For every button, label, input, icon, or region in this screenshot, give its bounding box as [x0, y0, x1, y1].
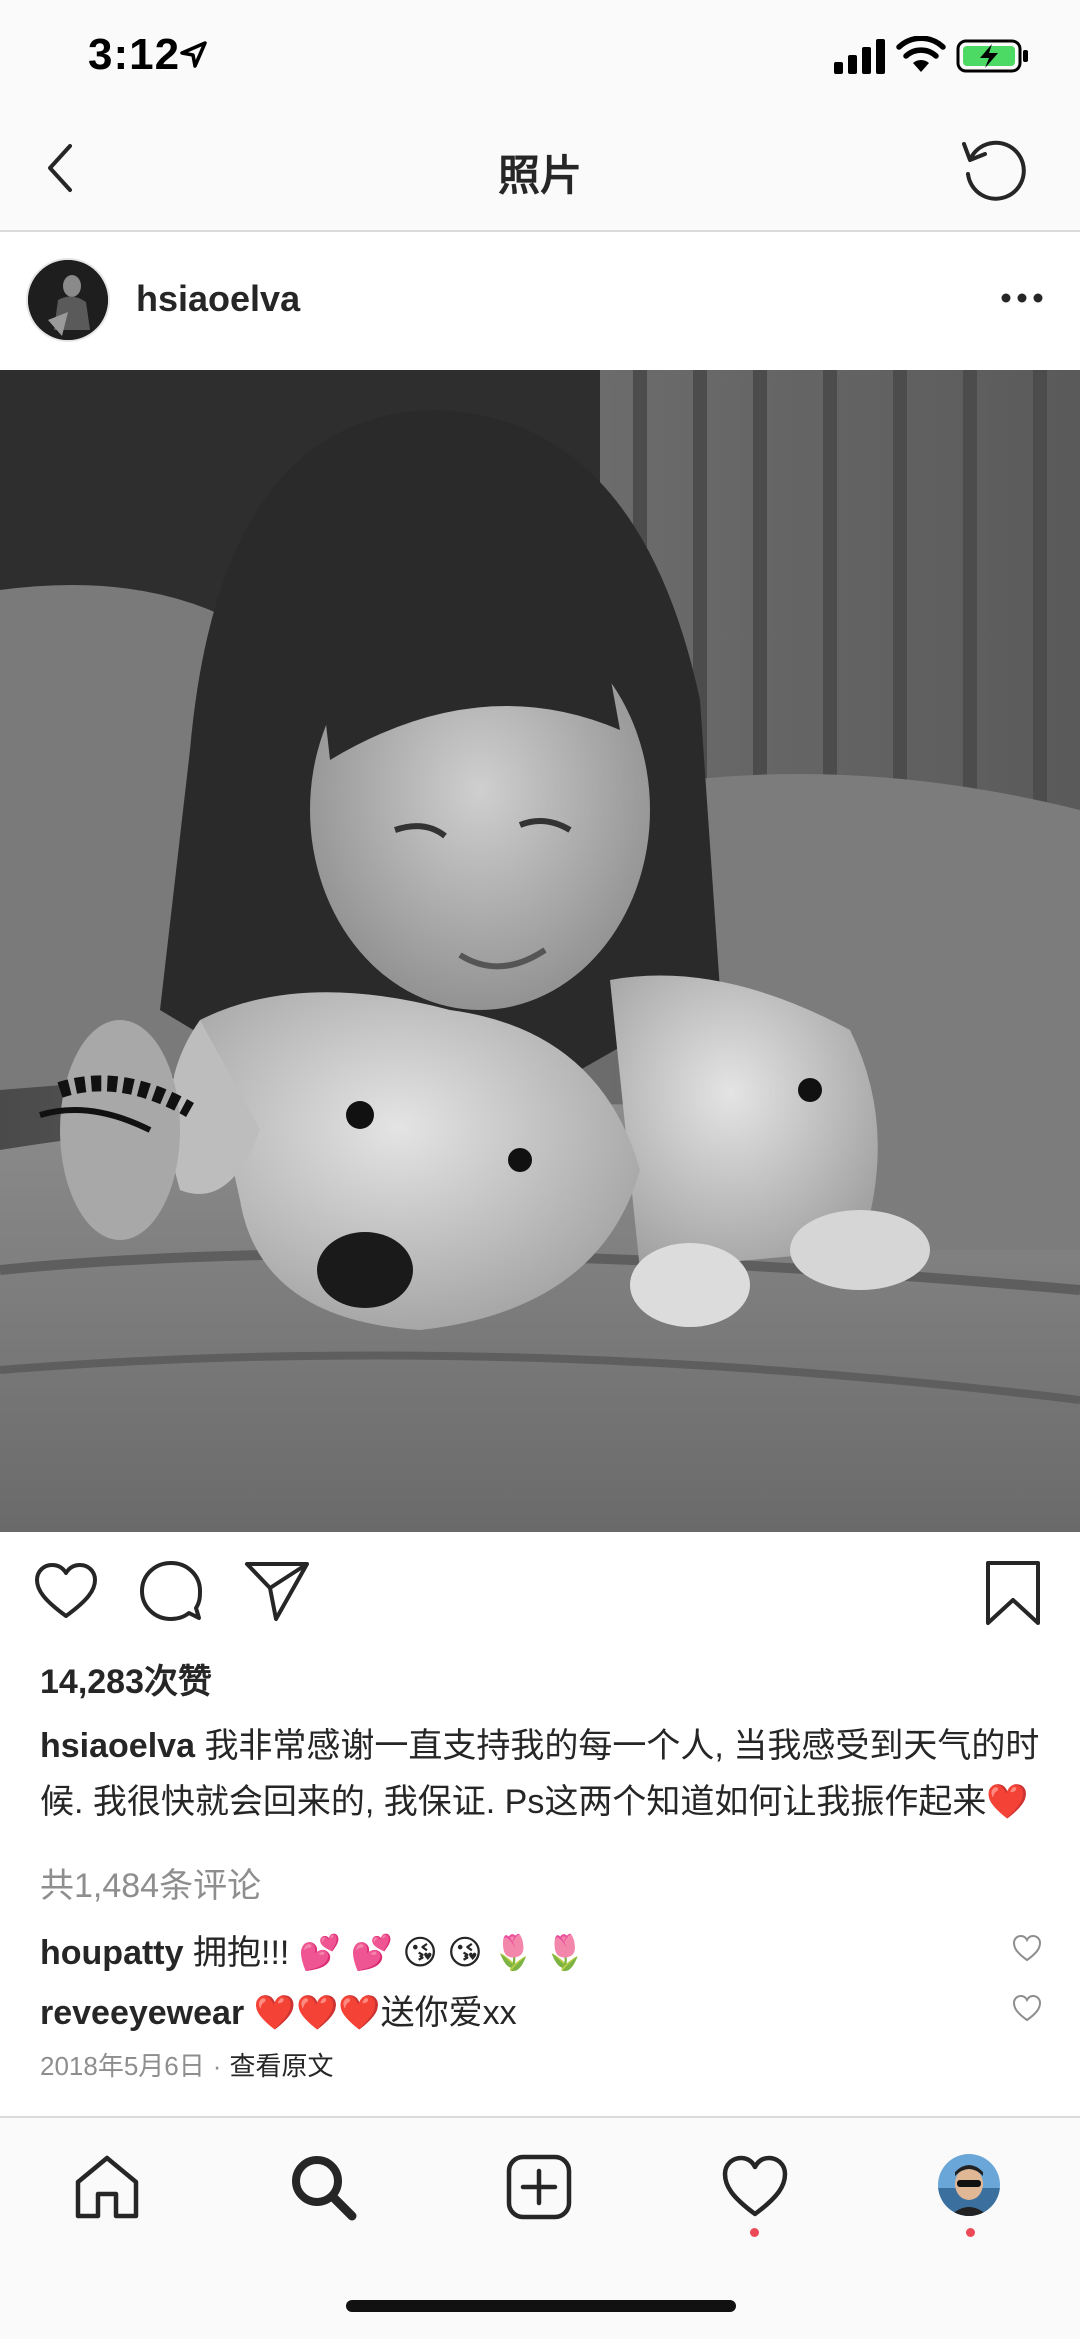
heart-icon[interactable] — [34, 1562, 98, 1620]
caption-emoji: ❤️ — [986, 1783, 1029, 1821]
profile-avatar-image — [938, 2154, 1000, 2216]
caption-username[interactable]: hsiaoelva — [40, 1727, 195, 1765]
refresh-icon[interactable] — [958, 134, 1030, 206]
status-time: 3:12 — [88, 30, 181, 79]
send-icon[interactable] — [244, 1560, 310, 1622]
comment-item: houpatty 拥抱!!! 💕 💕 😘 😘 🌷 🌷 — [40, 1925, 1000, 1974]
photo-woman-with-dogs — [0, 370, 1080, 1532]
bookmark-icon[interactable] — [984, 1560, 1042, 1626]
search-icon[interactable] — [288, 2152, 358, 2222]
activity-notification-dot — [750, 2228, 759, 2237]
avatar[interactable] — [26, 258, 110, 342]
comment-text: ❤️❤️❤️送你爱xx — [253, 1994, 517, 2032]
view-original-link[interactable]: 查看原文 — [229, 2051, 333, 2081]
comment-item: reveeyewear ❤️❤️❤️送你爱xx — [40, 1985, 1000, 2034]
likes-count[interactable]: 14,283次赞 — [40, 1654, 212, 1703]
post-meta: 2018年5月6日 · 查看原文 — [40, 2046, 333, 2083]
page-title: 照片 — [497, 152, 582, 199]
home-icon[interactable] — [72, 2152, 142, 2222]
post-caption: hsiaoelva 我非常感谢一直支持我的每一个人, 当我感受到天气的时候. 我… — [40, 1718, 1050, 1830]
home-indicator — [346, 2300, 736, 2312]
cellular-signal-icon — [834, 39, 885, 74]
wifi-icon — [896, 36, 946, 72]
heart-icon[interactable] — [720, 2152, 790, 2222]
location-arrow-icon — [180, 41, 207, 68]
profile-notification-dot — [966, 2228, 975, 2237]
comment-heart-icon[interactable] — [1012, 1994, 1042, 2022]
comment-username[interactable]: reveeyewear — [40, 1994, 244, 2032]
comment-icon[interactable] — [140, 1560, 202, 1622]
view-all-comments-link[interactable]: 共1,484条评论 — [40, 1858, 261, 1907]
battery-charging-icon — [956, 39, 1028, 73]
post-photo[interactable] — [0, 370, 1080, 1532]
post-date: 2018年5月6日 — [40, 2051, 205, 2081]
comment-text: 拥抱!!! 💕 💕 😘 😘 🌷 🌷 — [193, 1934, 587, 1972]
post-username[interactable]: hsiaoelva — [136, 278, 300, 320]
avatar-image — [28, 260, 108, 340]
comment-heart-icon[interactable] — [1012, 1934, 1042, 1962]
profile-avatar[interactable] — [938, 2154, 1000, 2216]
more-horizontal-icon[interactable] — [1000, 286, 1044, 310]
add-icon[interactable] — [504, 2152, 574, 2222]
comment-username[interactable]: houpatty — [40, 1934, 184, 1972]
meta-separator: · — [212, 2051, 222, 2081]
